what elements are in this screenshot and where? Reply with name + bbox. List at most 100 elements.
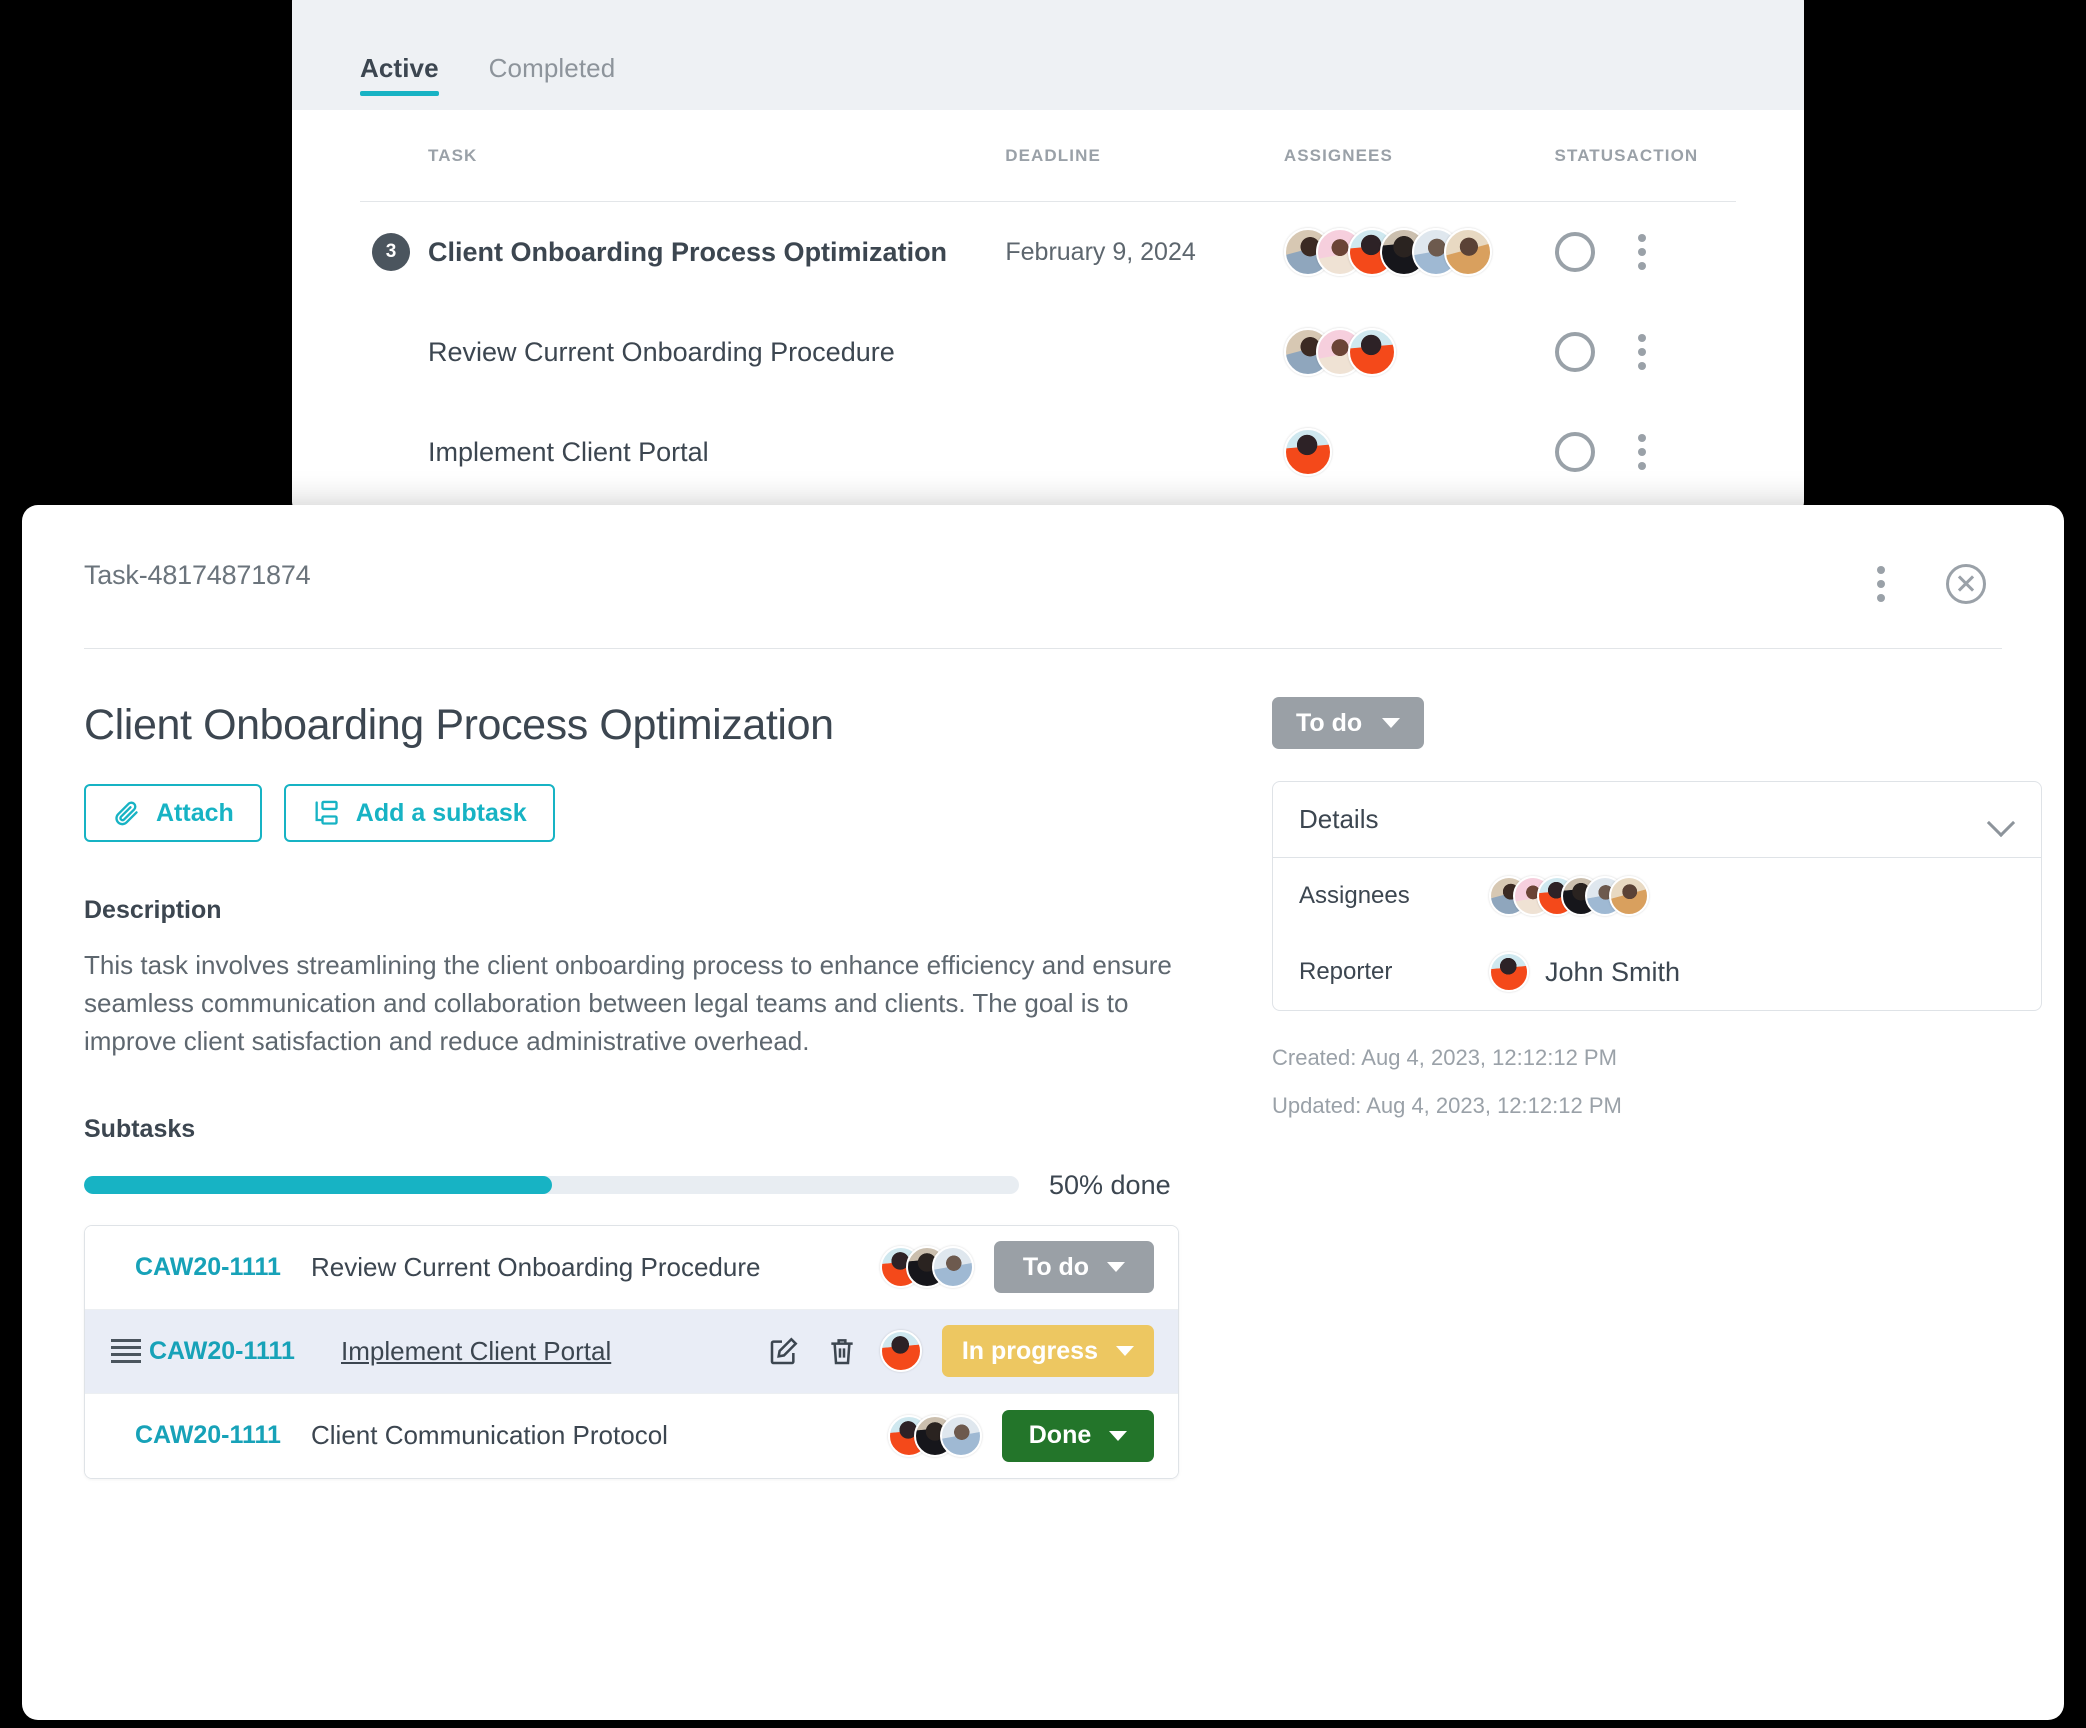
modal-header: Task-48174871874 bbox=[22, 505, 2064, 604]
subtask-name: Review Current Onboarding Procedure bbox=[311, 1251, 761, 1282]
table-row[interactable]: Review Current Onboarding Procedure bbox=[360, 302, 1736, 402]
assignees-label: Assignees bbox=[1299, 882, 1410, 909]
add-subtask-button-label: Add a subtask bbox=[355, 798, 527, 827]
subtask-key[interactable]: CAW20-1111 bbox=[111, 1253, 311, 1282]
screenshot-stage: Active Completed TASK DEADLINE ASSIGNEES… bbox=[0, 0, 2086, 1728]
table-header-row: TASK DEADLINE ASSIGNEES STATUS ACTION bbox=[360, 110, 1736, 202]
tab-active-label: Active bbox=[360, 53, 439, 83]
assignee-avatar-group[interactable] bbox=[1284, 328, 1555, 376]
page-title: Client Onboarding Process Optimization bbox=[84, 701, 834, 749]
subtask-row[interactable]: CAW20-1111 Implement Client Portal In pr… bbox=[85, 1309, 1178, 1394]
avatar bbox=[1609, 876, 1649, 916]
tab-bar: Active Completed bbox=[292, 0, 1804, 110]
avatar bbox=[1444, 228, 1493, 276]
subtask-assignee-group[interactable] bbox=[879, 1330, 922, 1373]
status-indicator-icon[interactable] bbox=[1554, 232, 1595, 272]
subtask-progress: 50% done bbox=[84, 1170, 1212, 1201]
modal-sidebar: To do Details Assignees Reporter John Sm… bbox=[1212, 649, 2042, 1479]
attach-button[interactable]: Attach bbox=[84, 784, 262, 842]
subtask-status-label: To do bbox=[1022, 1252, 1090, 1281]
tab-active[interactable]: Active bbox=[360, 53, 439, 110]
task-list-panel: Active Completed TASK DEADLINE ASSIGNEES… bbox=[292, 0, 1804, 512]
paperclip-icon bbox=[115, 801, 138, 826]
subtask-status-label: In progress bbox=[961, 1336, 1098, 1365]
task-name: Implement Client Portal bbox=[428, 436, 709, 467]
progress-bar-track bbox=[84, 1176, 1019, 1195]
reporter-label: Reporter bbox=[1299, 958, 1393, 985]
subtask-status-label: Done bbox=[1028, 1421, 1092, 1450]
task-status-dropdown[interactable]: To do bbox=[1272, 697, 1425, 749]
subtask-count-badge: 3 bbox=[372, 233, 410, 271]
action-button-row: Attach Add a subtask bbox=[84, 784, 1212, 842]
chevron-down-icon bbox=[1989, 813, 2015, 827]
assignee-avatar-group[interactable] bbox=[1284, 428, 1555, 476]
created-timestamp: Created: Aug 4, 2023, 12:12:12 PM bbox=[1272, 1045, 1617, 1070]
avatar bbox=[1489, 952, 1529, 992]
avatar bbox=[1348, 328, 1397, 376]
status-indicator-icon[interactable] bbox=[1554, 332, 1595, 372]
updated-timestamp: Updated: Aug 4, 2023, 12:12:12 PM bbox=[1272, 1093, 1622, 1118]
description-text: This task involves streamlining the clie… bbox=[84, 950, 1172, 1056]
task-id-label: Task-48174871874 bbox=[84, 560, 311, 590]
subtask-status-dropdown[interactable]: In progress bbox=[941, 1325, 1154, 1378]
subtask-icon bbox=[315, 800, 338, 825]
progress-label: 50% done bbox=[1049, 1169, 1171, 1200]
modal-main-column: Client Onboarding Process Optimization A… bbox=[84, 649, 1212, 1479]
subtask-name[interactable]: Implement Client Portal bbox=[341, 1336, 768, 1367]
subtask-assignee-group[interactable] bbox=[888, 1414, 982, 1457]
column-header-task: TASK bbox=[428, 145, 478, 165]
reporter-name: John Smith bbox=[1545, 956, 1681, 987]
chevron-down-icon bbox=[1116, 1346, 1134, 1357]
details-assignee-group[interactable] bbox=[1489, 876, 1649, 916]
row-more-options-icon[interactable] bbox=[1627, 434, 1657, 470]
chevron-down-icon bbox=[1107, 1262, 1126, 1273]
column-header-assignees: ASSIGNEES bbox=[1283, 145, 1393, 165]
details-card: Details Assignees Reporter John Smith bbox=[1272, 781, 2042, 1011]
details-toggle[interactable]: Details bbox=[1273, 782, 2041, 858]
delete-icon[interactable] bbox=[826, 1335, 858, 1367]
subtask-list: CAW20-1111 Review Current Onboarding Pro… bbox=[84, 1224, 1179, 1479]
edit-icon[interactable] bbox=[768, 1335, 800, 1367]
subtask-row[interactable]: CAW20-1111 Review Current Onboarding Pro… bbox=[85, 1225, 1178, 1310]
task-name: Review Current Onboarding Procedure bbox=[428, 336, 895, 367]
reporter-value: John Smith bbox=[1489, 952, 1680, 992]
modal-header-actions bbox=[1866, 564, 1986, 604]
subtask-name: Client Communication Protocol bbox=[311, 1420, 668, 1451]
avatar bbox=[932, 1246, 974, 1289]
details-label: Details bbox=[1299, 804, 1379, 834]
drag-handle-icon[interactable] bbox=[111, 1339, 141, 1364]
table-row[interactable]: 3 Client Onboarding Process Optimization… bbox=[360, 202, 1736, 302]
subtask-assignee-group[interactable] bbox=[880, 1246, 974, 1289]
avatar bbox=[940, 1414, 982, 1457]
progress-bar-fill bbox=[84, 1176, 552, 1195]
row-more-options-icon[interactable] bbox=[1627, 234, 1657, 270]
attach-button-label: Attach bbox=[156, 798, 234, 827]
tab-completed[interactable]: Completed bbox=[489, 53, 616, 110]
subtask-status-dropdown[interactable]: Done bbox=[1002, 1409, 1154, 1462]
chevron-down-icon bbox=[1109, 1430, 1128, 1441]
details-reporter-row: Reporter John Smith bbox=[1273, 934, 2041, 1010]
column-header-deadline: DEADLINE bbox=[1005, 145, 1101, 165]
task-name: Client Onboarding Process Optimization bbox=[428, 236, 948, 267]
close-icon[interactable] bbox=[1946, 564, 1986, 604]
table-row[interactable]: Implement Client Portal bbox=[360, 402, 1736, 502]
details-assignees-row: Assignees bbox=[1273, 858, 2041, 934]
tab-completed-label: Completed bbox=[488, 53, 616, 83]
subtask-key[interactable]: CAW20-1111 bbox=[141, 1337, 341, 1366]
subtask-status-dropdown[interactable]: To do bbox=[994, 1241, 1154, 1294]
description-heading: Description bbox=[84, 896, 222, 924]
column-header-action: ACTION bbox=[1626, 145, 1699, 165]
subtask-row[interactable]: CAW20-1111 Client Communication Protocol… bbox=[85, 1393, 1178, 1478]
subtasks-heading: Subtasks bbox=[84, 1114, 196, 1143]
task-status-label: To do bbox=[1296, 708, 1363, 737]
avatar bbox=[879, 1330, 922, 1373]
row-more-options-icon[interactable] bbox=[1627, 334, 1657, 370]
add-subtask-button[interactable]: Add a subtask bbox=[283, 784, 555, 842]
more-options-icon[interactable] bbox=[1866, 566, 1896, 602]
task-detail-modal: Task-48174871874 Client Onboarding Proce… bbox=[22, 505, 2064, 1720]
status-indicator-icon[interactable] bbox=[1554, 432, 1595, 472]
assignee-avatar-group[interactable] bbox=[1284, 228, 1555, 276]
subtask-key[interactable]: CAW20-1111 bbox=[111, 1421, 311, 1450]
subtask-row-actions bbox=[768, 1335, 858, 1367]
avatar bbox=[1284, 428, 1333, 476]
